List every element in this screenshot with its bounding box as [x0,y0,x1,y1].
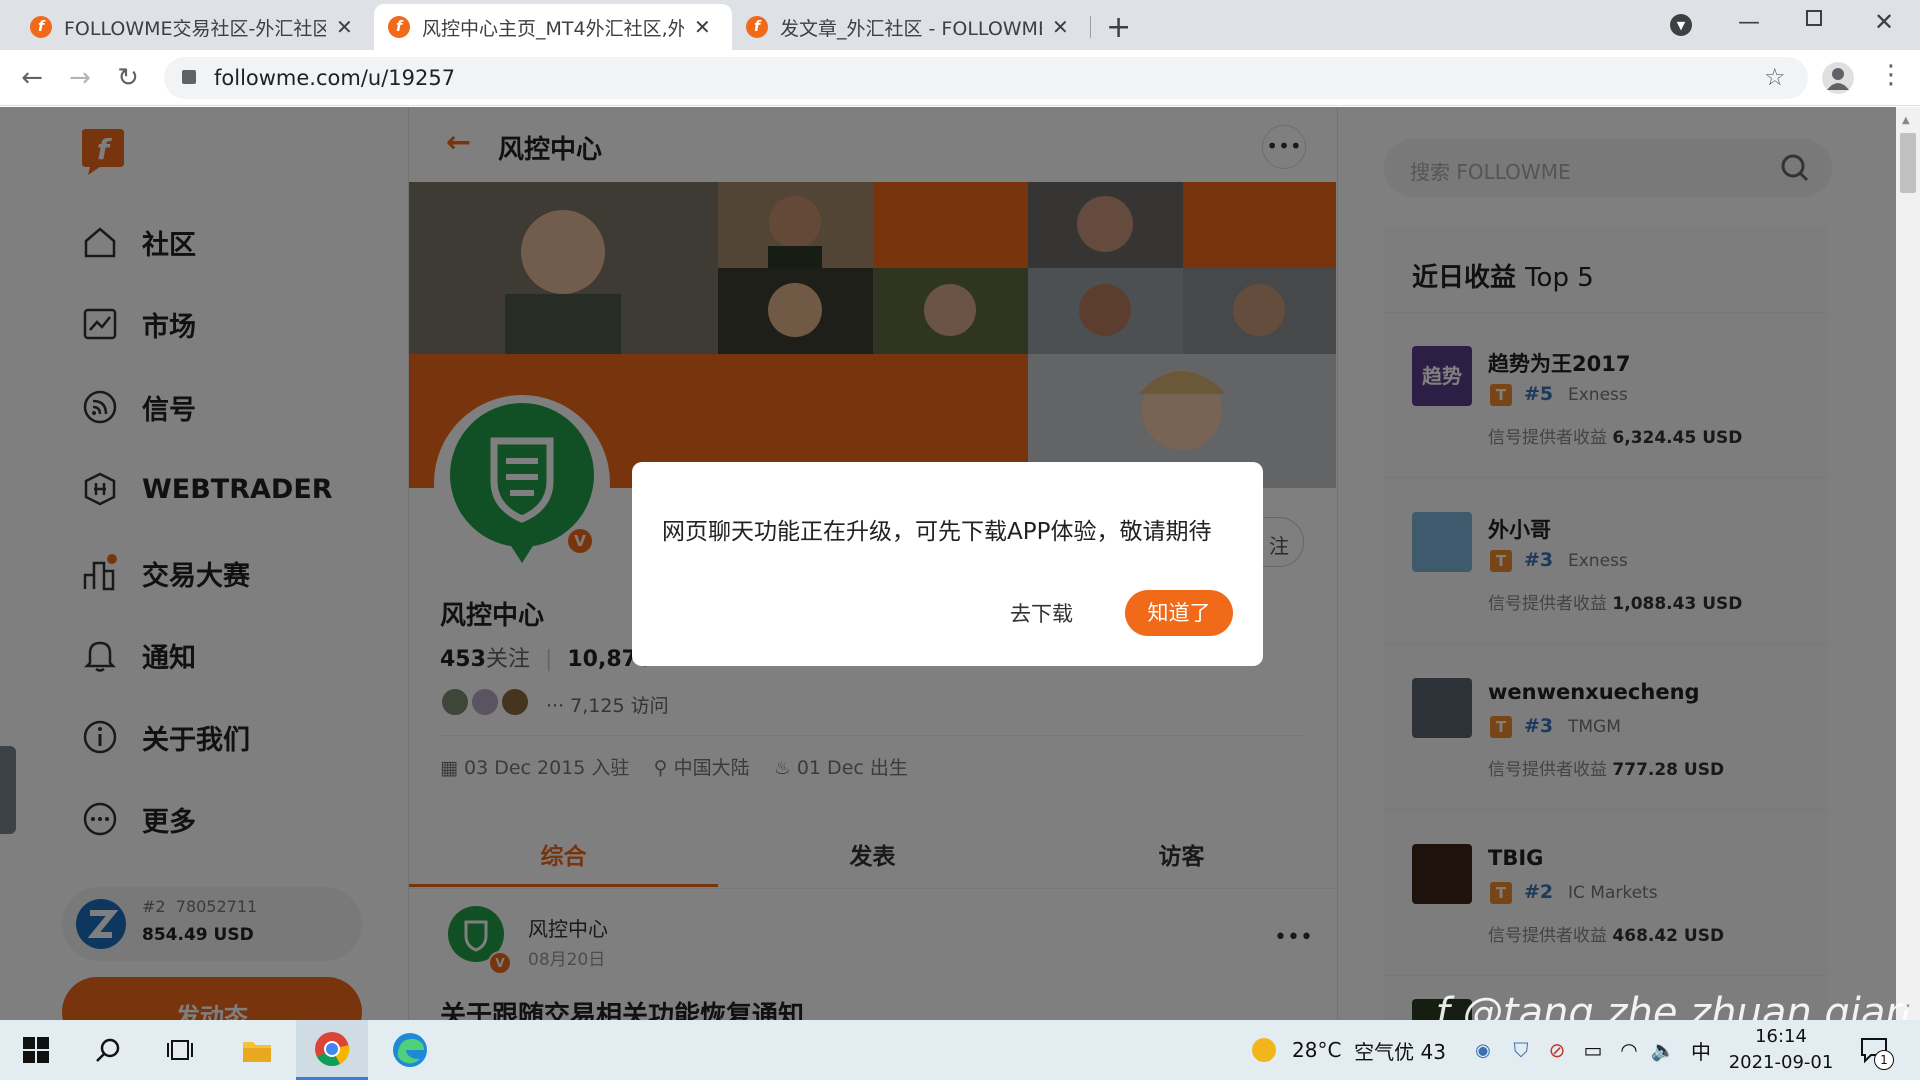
tray-security-icon[interactable]: ⊘ [1542,1020,1572,1080]
clock-time[interactable]: 16:14 [1720,1026,1842,1047]
followme-favicon-icon: f [746,16,768,38]
tab-search-icon[interactable]: ▼ [1670,14,1692,36]
browser-tab[interactable]: f 发文章_外汇社区 - FOLLOWME ✕ [732,4,1090,50]
close-tab-icon[interactable]: ✕ [1052,15,1069,39]
scrollbar-thumb[interactable] [1900,133,1916,193]
side-widget-handle[interactable] [0,746,16,834]
new-tab-icon[interactable]: + [1106,10,1131,45]
volume-icon[interactable]: 🔈 [1648,1020,1678,1080]
restore-icon[interactable] [1806,10,1822,26]
close-window-icon[interactable]: ✕ [1874,8,1894,36]
page-scrollbar[interactable]: ▲ ▼ [1896,107,1920,1020]
download-app-button[interactable]: 去下载 [1010,598,1073,628]
temperature: 28°C [1292,1038,1342,1062]
chat-upgrade-dialog: 网页聊天功能正在升级，可先下载APP体验，敬请期待 去下载 知道了 [632,462,1263,666]
dialog-message: 网页聊天功能正在升级，可先下载APP体验，敬请期待 [662,519,1212,545]
weather-sun-icon[interactable] [1248,1020,1280,1080]
air-quality: 空气优 43 [1354,1039,1446,1064]
url-text: followme.com/u/19257 [214,66,456,90]
browser-tab-active[interactable]: f 风控中心主页_MT4外汇社区,外汇 ✕ [374,4,732,50]
back-icon[interactable]: ← [14,60,50,96]
bookmark-star-icon[interactable]: ☆ [1764,63,1786,91]
browser-tab[interactable]: f FOLLOWME交易社区-外汇社区_ ✕ [16,4,374,50]
forward-icon[interactable]: → [62,60,98,96]
got-it-button[interactable]: 知道了 [1125,590,1233,636]
battery-icon[interactable]: ▭ [1578,1020,1608,1080]
followme-favicon-icon: f [30,16,52,38]
minimize-icon[interactable]: — [1738,10,1760,35]
notification-count-badge: 1 [1874,1050,1894,1070]
tray-shield-icon[interactable]: ⛉ [1506,1020,1536,1080]
tab-title: 风控中心主页_MT4外汇社区,外汇 [422,17,684,40]
followme-favicon-icon: f [388,16,410,38]
reload-icon[interactable]: ↻ [110,60,146,96]
browser-toolbar: ← → ↻ followme.com/u/19257 ☆ ⋮ [0,50,1920,106]
tab-title: FOLLOWME交易社区-外汇社区_ [64,17,326,40]
browser-menu-icon[interactable]: ⋮ [1878,60,1904,90]
search-icon[interactable] [86,1020,130,1080]
lock-icon [182,70,196,84]
tray-eye-icon[interactable]: ◉ [1468,1020,1498,1080]
windows-start-icon[interactable] [14,1020,58,1080]
file-explorer-icon[interactable] [232,1020,282,1080]
close-tab-icon[interactable]: ✕ [336,15,353,39]
windows-taskbar: 28°C 空气优 43 ◉ ⛉ ⊘ ▭ ◠ 🔈 中 16:14 2021-09-… [0,1020,1920,1080]
scroll-up-icon[interactable]: ▲ [1902,115,1910,126]
tab-divider [1090,16,1091,38]
wifi-icon[interactable]: ◠ [1614,1020,1644,1080]
weather-text[interactable]: 28°C 空气优 43 [1292,1020,1446,1080]
task-view-icon[interactable] [158,1020,202,1080]
close-tab-icon[interactable]: ✕ [694,15,711,39]
tab-title: 发文章_外汇社区 - FOLLOWME [780,17,1042,40]
edge-taskbar-icon[interactable] [380,1020,440,1080]
clock-date[interactable]: 2021-09-01 [1720,1052,1842,1073]
address-bar[interactable]: followme.com/u/19257 ☆ [164,57,1808,99]
ime-indicator[interactable]: 中 [1686,1020,1716,1080]
chrome-taskbar-icon[interactable] [296,1020,368,1080]
browser-tab-bar: f FOLLOWME交易社区-外汇社区_ ✕ f 风控中心主页_MT4外汇社区,… [0,0,1920,50]
profile-avatar-icon[interactable] [1822,62,1854,94]
